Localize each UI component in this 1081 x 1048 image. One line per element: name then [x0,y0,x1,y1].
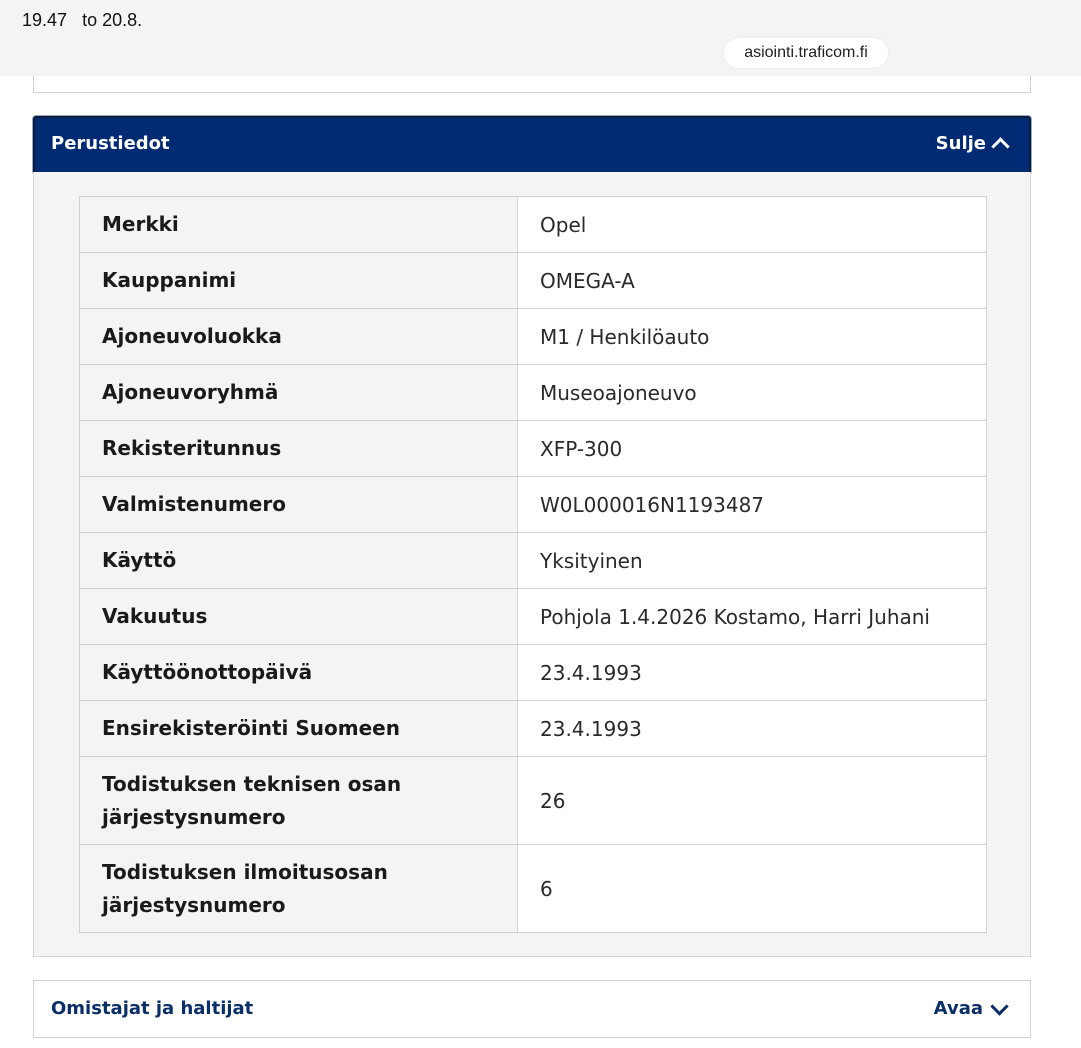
browser-top-bar: 19.47 to 20.8. asiointi.traficom.fi [0,0,1081,76]
row-label: Käyttö [79,532,518,589]
row-value: 6 [517,844,987,933]
table-row: Ensirekisteröinti Suomeen 23.4.1993 [79,700,987,757]
table-row: Todistuksen teknisen osan järjestysnumer… [79,756,987,845]
row-value: 23.4.1993 [517,644,987,701]
table-row: Rekisteritunnus XFP-300 [79,420,987,477]
row-value: 23.4.1993 [517,700,987,757]
row-label: Ensirekisteröinti Suomeen [79,700,518,757]
table-row: Merkki Opel [79,196,987,253]
row-value: M1 / Henkilöauto [517,308,987,365]
address-bar[interactable]: asiointi.traficom.fi [724,38,888,68]
chevron-down-icon [990,997,1009,1016]
table-row: Ajoneuvoryhmä Museoajoneuvo [79,364,987,421]
accordion-body-perustiedot: Merkki Opel Kauppanimi OMEGA-A Ajoneuvoluokk… [33,172,1031,957]
row-label: Kauppanimi [79,252,518,309]
accordion-title: Perustiedot [51,133,170,154]
row-value: W0L000016N1193487 [517,476,987,533]
collapse-button[interactable]: Sulje [935,133,1010,156]
row-label: Merkki [79,196,518,253]
row-value: OMEGA-A [517,252,987,309]
status-time: 19.47 to 20.8. [22,10,143,30]
row-label: Vakuutus [79,588,518,645]
expand-button[interactable]: Avaa [933,997,1009,1019]
table-row: Kauppanimi OMEGA-A [79,252,987,309]
vehicle-info-table: Merkki Opel Kauppanimi OMEGA-A Ajoneuvoluokk… [79,196,987,933]
table-row: Todistuksen ilmoitusosan järjestysnumero… [79,844,987,933]
row-value: XFP-300 [517,420,987,477]
row-label: Todistuksen ilmoitusosan järjestysnumero [79,844,518,933]
accordion-header-omistajat[interactable]: Omistajat ja haltijat Avaa [33,980,1031,1038]
row-label: Ajoneuvoluokka [79,308,518,365]
row-value: Museoajoneuvo [517,364,987,421]
collapse-label: Sulje [935,133,986,154]
table-row: Käyttöönottopäivä 23.4.1993 [79,644,987,701]
row-value: Pohjola 1.4.2026 Kostamo, Harri Juhani [517,588,987,645]
table-row: Vakuutus Pohjola 1.4.2026 Kostamo, Harri … [79,588,987,645]
row-label: Käyttöönottopäivä [79,644,518,701]
row-label: Todistuksen teknisen osan järjestysnumer… [79,756,518,845]
table-row: Käyttö Yksityinen [79,532,987,589]
table-row: Valmistenumero W0L000016N1193487 [79,476,987,533]
accordion-header-perustiedot[interactable]: Perustiedot Sulje [33,116,1031,174]
row-value: Yksityinen [517,532,987,589]
expand-label: Avaa [933,998,983,1019]
table-row: Ajoneuvoluokka M1 / Henkilöauto [79,308,987,365]
row-value: 26 [517,756,987,845]
chevron-up-icon [991,137,1010,156]
row-label: Valmistenumero [79,476,518,533]
accordion-title: Omistajat ja haltijat [51,998,254,1019]
row-value: Opel [517,196,987,253]
row-label: Ajoneuvoryhmä [79,364,518,421]
row-label: Rekisteritunnus [79,420,518,477]
